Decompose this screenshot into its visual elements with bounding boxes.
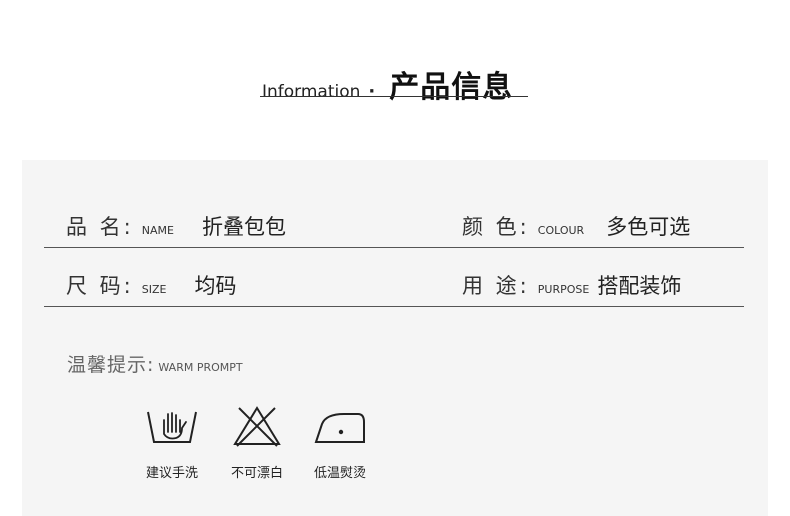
low-iron-icon <box>314 413 365 443</box>
name-label-en: NAME <box>141 224 174 237</box>
care-label-hand-wash: 建议手洗 <box>145 466 198 481</box>
hand-wash-icon <box>147 411 197 443</box>
header-title-group: Information · 产品信息 <box>262 62 513 106</box>
purpose-cell: 用 途: PURPOSE 搭配装饰 <box>462 270 681 300</box>
info-row-2: 尺 码: SIZE 均码 用 途: PURPOSE 搭配装饰 <box>44 266 744 307</box>
info-row-1: 品 名: NAME 折叠包包 颜 色: COLOUR 多色可选 <box>44 207 744 248</box>
header-title-cn: 产品信息 <box>389 70 514 105</box>
colour-value: 多色可选 <box>606 215 691 239</box>
colour-cell: 颜 色: COLOUR 多色可选 <box>462 211 690 241</box>
warm-prompt-label: 温馨提示: <box>67 354 155 376</box>
warm-prompt: 温馨提示: WARM PROMPT <box>67 350 243 377</box>
name-label: 品 名: <box>66 215 134 239</box>
colour-label-en: COLOUR <box>537 224 585 237</box>
size-cell: 尺 码: SIZE 均码 <box>66 270 236 300</box>
colour-label: 颜 色: <box>462 215 530 239</box>
care-item-hand-wash: 建议手洗 <box>132 402 212 481</box>
warm-prompt-label-en: WARM PROMPT <box>158 361 243 374</box>
size-label: 尺 码: <box>66 274 134 298</box>
care-label-no-bleach: 不可漂白 <box>230 466 283 481</box>
no-bleach-icon <box>233 406 281 447</box>
name-cell: 品 名: NAME 折叠包包 <box>66 211 286 241</box>
care-item-low-iron: 低温熨烫 <box>300 402 380 481</box>
header-dot: · <box>368 81 376 102</box>
size-value: 均码 <box>194 274 237 298</box>
purpose-label-en: PURPOSE <box>537 283 590 296</box>
care-label-low-iron: 低温熨烫 <box>313 466 366 481</box>
name-value: 折叠包包 <box>201 215 286 239</box>
care-item-no-bleach: 不可漂白 <box>217 402 297 481</box>
header-title-en: Information <box>262 82 361 102</box>
purpose-label: 用 途: <box>462 274 530 298</box>
purpose-value: 搭配装饰 <box>597 274 682 298</box>
header-underline <box>260 96 528 97</box>
size-label-en: SIZE <box>141 283 167 296</box>
